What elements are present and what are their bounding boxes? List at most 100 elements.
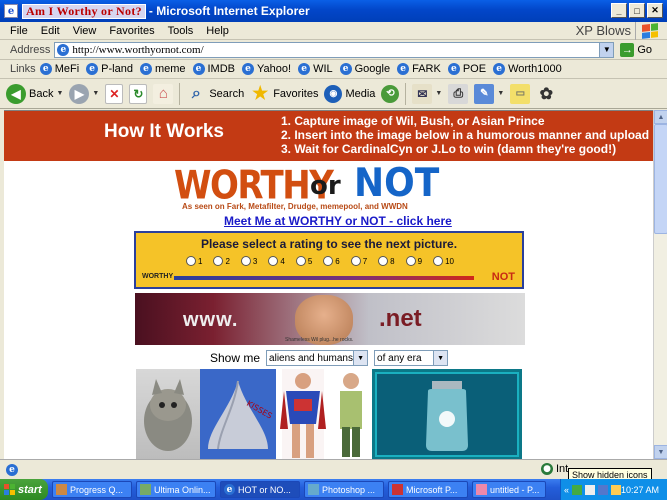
superhero-thumbnail[interactable]: [276, 369, 330, 459]
print-button[interactable]: ⎙: [448, 83, 469, 104]
zone-label: Int: [556, 463, 569, 475]
search-button[interactable]: ⌕ Search: [186, 84, 244, 104]
start-button[interactable]: start: [0, 479, 48, 500]
chevron-down-icon[interactable]: ▼: [56, 90, 63, 97]
rating-radio-9[interactable]: 9: [405, 256, 422, 266]
menu-view[interactable]: View: [73, 25, 97, 37]
chevron-down-icon[interactable]: ▼: [433, 351, 448, 365]
window-title-boxed: Am I Worthy or Not?: [22, 3, 146, 19]
chevron-down-icon[interactable]: ▼: [353, 351, 368, 365]
ie-page-icon: e: [39, 63, 52, 75]
maximize-button[interactable]: □: [629, 3, 645, 18]
link-yahoo[interactable]: e Yahoo!: [242, 63, 291, 75]
internet-globe-icon: ●: [541, 463, 553, 475]
clock[interactable]: 10:27 AM: [621, 485, 659, 495]
chevron-down-icon[interactable]: ▼: [435, 90, 442, 97]
rating-radio-7[interactable]: 7: [350, 256, 367, 266]
link-meme[interactable]: e meme: [139, 63, 186, 75]
man-thumbnail[interactable]: [330, 369, 372, 459]
media-button[interactable]: ◉ Media: [324, 84, 375, 103]
meet-me-link[interactable]: Meet Me at WORTHY or NOT - click here: [224, 214, 452, 228]
favorites-button[interactable]: ★ Favorites: [250, 83, 318, 104]
close-button[interactable]: ✕: [647, 3, 663, 18]
radio-circle[interactable]: [433, 256, 444, 266]
tray-app-icon[interactable]: [611, 484, 622, 495]
radio-circle[interactable]: [323, 256, 334, 266]
task-progress[interactable]: Progress Q...: [52, 481, 132, 498]
link-wil[interactable]: e WIL: [298, 63, 333, 75]
radio-circle[interactable]: [213, 256, 224, 266]
radio-circle[interactable]: [405, 256, 416, 266]
radio-circle[interactable]: [295, 256, 306, 266]
vertical-scrollbar[interactable]: ▲ ▼: [653, 110, 667, 459]
task-untitled[interactable]: untitled - P...: [472, 481, 546, 498]
radio-circle[interactable]: [186, 256, 196, 266]
tray-app-icon[interactable]: [598, 484, 609, 495]
chevron-down-icon[interactable]: ▼: [599, 42, 614, 57]
home-button[interactable]: ⌂: [153, 83, 174, 104]
link-label: Yahoo!: [257, 63, 292, 75]
task-photoshop[interactable]: Photoshop ...: [304, 481, 384, 498]
history-button[interactable]: ⟲: [381, 84, 400, 103]
rating-radio-5[interactable]: 5: [295, 256, 312, 266]
scroll-thumb[interactable]: [654, 124, 667, 234]
link-imdb[interactable]: e IMDB: [192, 63, 235, 75]
menu-help[interactable]: Help: [206, 25, 229, 37]
menu-favorites[interactable]: Favorites: [109, 25, 154, 37]
rating-radio-10[interactable]: 10: [433, 256, 454, 266]
era-select[interactable]: of any era ▼: [374, 350, 449, 366]
minimize-button[interactable]: _: [611, 3, 627, 18]
menu-edit[interactable]: Edit: [41, 25, 60, 37]
tray-volume-icon[interactable]: [585, 484, 596, 495]
link-fark[interactable]: e FARK: [397, 63, 441, 75]
link-poe[interactable]: e POE: [447, 63, 486, 75]
kiss-thumbnail[interactable]: KISSES: [200, 369, 276, 459]
go-button[interactable]: → Go: [620, 42, 652, 57]
site-logo[interactable]: WORTHY or NOT As seen on Fark, Metafilte…: [174, 161, 444, 216]
category-select[interactable]: aliens and humans ▼: [266, 350, 369, 366]
jar-thumbnail[interactable]: [372, 369, 522, 459]
rating-radio-2[interactable]: 2: [213, 256, 230, 266]
discuss-button[interactable]: ▭: [510, 83, 531, 104]
radio-circle[interactable]: [268, 256, 279, 266]
rating-radio-4[interactable]: 4: [268, 256, 285, 266]
address-input[interactable]: e http://www.worthyornot.com/ ▼: [54, 41, 615, 58]
edit-button[interactable]: ✎ ▼: [474, 83, 504, 104]
rating-radio-6[interactable]: 6: [323, 256, 340, 266]
rating-radio-1[interactable]: 1: [186, 256, 202, 266]
chevron-down-icon[interactable]: ▼: [92, 90, 99, 97]
task-hot-or-not[interactable]: e HOT or NO...: [220, 481, 300, 498]
how-it-works-banner: How It Works 1. Capture image of Wil, Bu…: [4, 111, 653, 161]
messenger-button[interactable]: ✿: [536, 84, 556, 104]
radio-circle[interactable]: [240, 256, 251, 266]
mail-button[interactable]: ✉ ▼: [412, 83, 442, 104]
show-hidden-icons-icon[interactable]: «: [564, 485, 569, 495]
stop-button[interactable]: ✕: [105, 83, 124, 104]
link-p-land[interactable]: e P-land: [86, 63, 133, 75]
scroll-down-arrow-icon[interactable]: ▼: [654, 445, 667, 459]
refresh-button[interactable]: ↻: [129, 83, 148, 104]
scroll-up-arrow-icon[interactable]: ▲: [654, 110, 667, 124]
rating-radio-3[interactable]: 3: [240, 256, 257, 266]
link-google[interactable]: e Google: [339, 63, 390, 75]
ad-banner[interactable]: www. .net Shameless Wil plug...he rocks.: [135, 293, 525, 345]
forward-button[interactable]: ▶ ▼: [69, 83, 99, 104]
rating-radios: 1 2 3 4 5 6 7 8 9 10: [186, 256, 454, 266]
back-button[interactable]: ◀ Back ▼: [6, 83, 63, 104]
rating-radio-8[interactable]: 8: [378, 256, 395, 266]
radio-circle[interactable]: [378, 256, 389, 266]
link-worth1000[interactable]: e Worth1000: [493, 63, 562, 75]
rating-low-label: WORTHY: [142, 273, 174, 280]
task-microsoft-p[interactable]: Microsoft P...: [388, 481, 468, 498]
chevron-down-icon[interactable]: ▼: [497, 90, 504, 97]
tray-network-icon[interactable]: [572, 484, 583, 495]
link-mefi[interactable]: e MeFi: [39, 63, 80, 75]
radio-circle[interactable]: [350, 256, 361, 266]
menu-file[interactable]: File: [10, 25, 28, 37]
menu-tools[interactable]: Tools: [168, 25, 194, 37]
kitten-thumbnail[interactable]: [136, 369, 200, 459]
link-label: FARK: [412, 63, 441, 75]
link-label: MeFi: [54, 63, 80, 75]
task-ultima[interactable]: Ultima Onlin...: [136, 481, 216, 498]
title-bar[interactable]: e Am I Worthy or Not? - Microsoft Intern…: [0, 0, 667, 22]
